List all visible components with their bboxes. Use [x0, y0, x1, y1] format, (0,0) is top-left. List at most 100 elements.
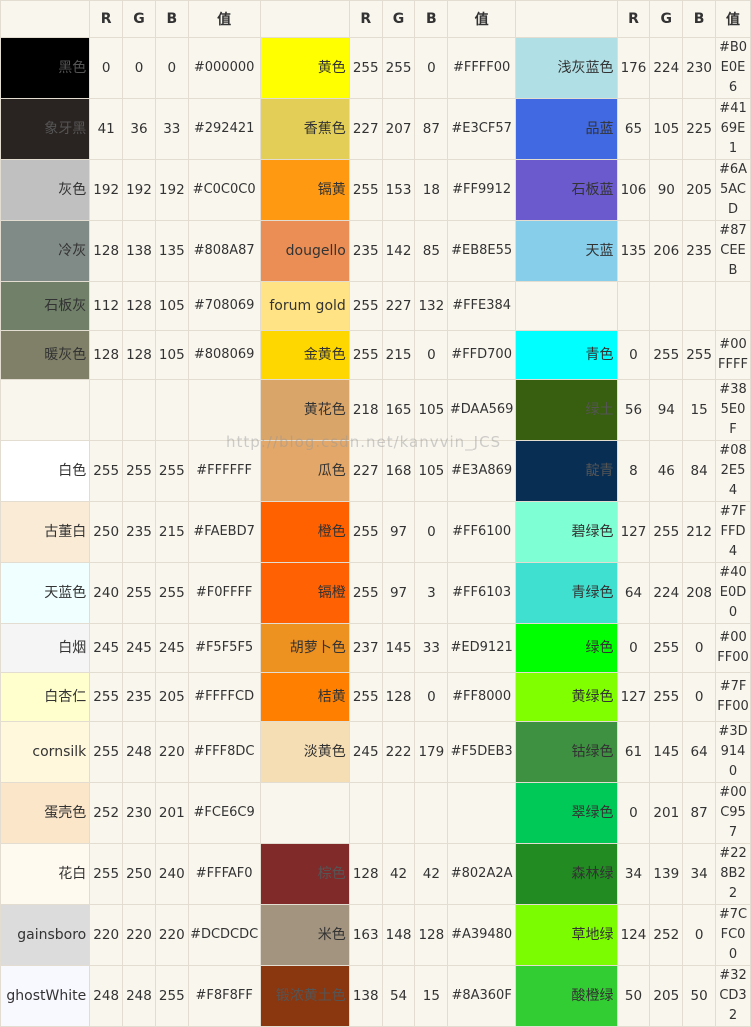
g-value: 105	[649, 98, 684, 160]
r-value: 255	[89, 721, 124, 783]
hex-value: #808A87	[187, 220, 261, 282]
color-swatch: 碧绿色	[514, 501, 618, 563]
b-value: 0	[682, 904, 717, 966]
g-value: 220	[122, 904, 156, 966]
hex-value: #228B22	[715, 843, 751, 905]
r-value: 124	[616, 904, 651, 966]
g-value: 148	[381, 904, 416, 966]
g-value: 201	[649, 782, 684, 844]
r-value: 250	[89, 501, 124, 563]
g-value: 255	[649, 672, 684, 722]
color-swatch: dougello	[259, 220, 350, 282]
b-value: 235	[682, 220, 717, 282]
color-swatch: 胡萝卜色	[259, 623, 350, 673]
color-swatch: 米色	[259, 904, 350, 966]
table-row: 白色 255 255 255 #FFFFFF 瓜色 227 168 105 #E3A869 靛青 8 4…	[0, 440, 751, 502]
hex-value: #FCE6C9	[187, 782, 261, 844]
g-value: 255	[649, 501, 684, 563]
r-value: 34	[616, 843, 651, 905]
hex-value: #FFD700	[447, 330, 516, 380]
header-r: R	[616, 0, 651, 38]
color-swatch: 白烟	[0, 623, 91, 673]
r-value: 41	[89, 98, 124, 160]
table-row: 冷灰 128 138 135 #808A87 dougello 235 142 85 #EB8E5…	[0, 220, 751, 282]
g-value: 255	[649, 623, 684, 673]
b-value: 64	[682, 721, 717, 783]
g-value: 255	[649, 330, 684, 380]
r-value: 255	[89, 672, 124, 722]
hex-value	[447, 782, 516, 844]
r-value: 61	[616, 721, 651, 783]
g-value: 145	[381, 623, 416, 673]
color-swatch: 瓜色	[259, 440, 350, 502]
hex-value: #40E0D0	[715, 562, 751, 624]
g-value: 138	[122, 220, 156, 282]
hex-value: #FF6100	[447, 501, 516, 563]
b-value: 87	[414, 98, 449, 160]
r-value: 112	[89, 281, 124, 331]
b-value: 220	[154, 904, 189, 966]
r-value: 128	[89, 330, 124, 380]
b-value: 245	[154, 623, 189, 673]
b-value: 201	[154, 782, 189, 844]
b-value: 0	[682, 672, 717, 722]
color-swatch: 钴绿色	[514, 721, 618, 783]
hex-value: #00C957	[715, 782, 751, 844]
header-swatch	[259, 0, 350, 38]
header-swatch	[514, 0, 618, 38]
r-value: 255	[348, 37, 383, 99]
b-value: 15	[414, 965, 449, 1027]
b-value: 87	[682, 782, 717, 844]
color-swatch: 桔黄	[259, 672, 350, 722]
color-swatch: 酸橙绿	[514, 965, 618, 1027]
r-value: 64	[616, 562, 651, 624]
g-value: 0	[122, 37, 156, 99]
b-value: 105	[154, 330, 189, 380]
hex-value: #082E54	[715, 440, 751, 502]
table-row: gainsboro 220 220 220 #DCDCDC 米色 163 148 128 #A39…	[0, 904, 751, 966]
header-value: 值	[187, 0, 261, 38]
hex-value: #E3A869	[447, 440, 516, 502]
hex-value: #00FFFF	[715, 330, 751, 380]
b-value: 0	[414, 330, 449, 380]
g-value: 46	[649, 440, 684, 502]
color-swatch: 冷灰	[0, 220, 91, 282]
header-swatch	[0, 0, 91, 38]
hex-value: #FAEBD7	[187, 501, 261, 563]
r-value: 255	[348, 159, 383, 221]
b-value: 255	[154, 440, 189, 502]
r-value	[616, 281, 651, 331]
table-row: 白烟 245 245 245 #F5F5F5 胡萝卜色 237 145 33 #ED9121 绿色 0…	[0, 623, 751, 673]
g-value: 42	[381, 843, 416, 905]
r-value: 240	[89, 562, 124, 624]
color-swatch: 品蓝	[514, 98, 618, 160]
hex-value: #802A2A	[447, 843, 516, 905]
hex-value: #00FF00	[715, 623, 751, 673]
b-value: 0	[682, 623, 717, 673]
table-row: 黄花色 218 165 105 #DAA569 绿土 56 94 15 #385E0F	[0, 379, 751, 441]
hex-value: #C0C0C0	[187, 159, 261, 221]
color-swatch: 橙色	[259, 501, 350, 563]
g-value: 90	[649, 159, 684, 221]
r-value: 0	[616, 623, 651, 673]
r-value: 245	[89, 623, 124, 673]
b-value: 192	[154, 159, 189, 221]
color-swatch: 黑色	[0, 37, 91, 99]
hex-value: #F5DEB3	[447, 721, 516, 783]
r-value: 138	[348, 965, 383, 1027]
table-row: 黑色 0 0 0 #000000 黄色 255 255 0 #FFFF00 浅灰蓝色 176 224 23…	[0, 37, 751, 99]
hex-value: #F8F8FF	[187, 965, 261, 1027]
r-value: 65	[616, 98, 651, 160]
table-row: 象牙黑 41 36 33 #292421 香蕉色 227 207 87 #E3CF57 品蓝 65 10…	[0, 98, 751, 160]
table-row: 石板灰 112 128 105 #708069 forum gold 255 227 132 #F…	[0, 281, 751, 331]
r-value: 237	[348, 623, 383, 673]
color-swatch: 淡黄色	[259, 721, 350, 783]
b-value: 208	[682, 562, 717, 624]
g-value: 230	[122, 782, 156, 844]
hex-value: #3D9140	[715, 721, 751, 783]
color-swatch	[259, 782, 350, 844]
color-swatch: 翠绿色	[514, 782, 618, 844]
hex-value: #B0E0E6	[715, 37, 751, 99]
b-value: 179	[414, 721, 449, 783]
table-row: 暖灰色 128 128 105 #808069 金黄色 255 215 0 #FFD700 青色 0 2…	[0, 330, 751, 380]
